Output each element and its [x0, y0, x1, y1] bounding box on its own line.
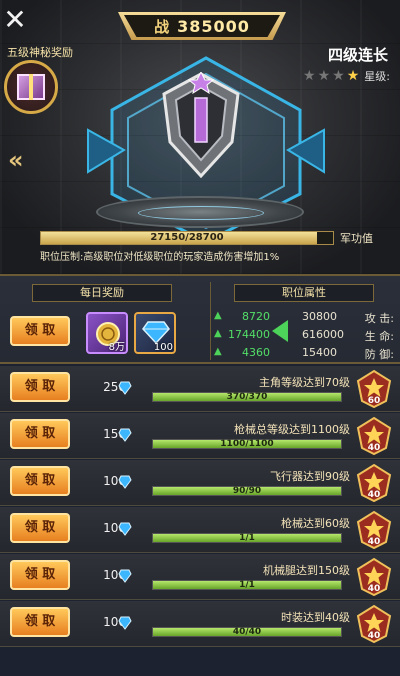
daily-reward-title: 每日奖励 [32, 284, 172, 302]
task-claim-button[interactable]: 领 取 [10, 560, 70, 590]
arrow-up-icon: ▲ [214, 346, 222, 357]
diamond-icon [118, 569, 132, 583]
rank-screen: ✕ 战 385000 五级神秘奖励 « 四级连长 ★ ★ ★ ★ 星级: 271… [0, 0, 400, 676]
double-chevron-icon[interactable]: « [8, 146, 24, 174]
task-progress-bar: 40/40 [152, 627, 342, 637]
task-progress-text: 90/90 [232, 486, 262, 496]
medal-level: 40 [367, 490, 381, 500]
score-banner: 战 385000 [118, 12, 286, 40]
power-icon: 战 [154, 17, 170, 36]
task-list: 领 取 250 主角等级达到70级 370/370 60 领 取 150 枪械总… [0, 366, 400, 676]
task-progress-text: 1/1 [239, 533, 255, 543]
gift-box-icon [17, 74, 45, 100]
task-progress-text: 370/370 [226, 392, 268, 402]
daily-claim-button[interactable]: 领 取 [10, 316, 70, 346]
rank-notice: 职位压制:高级职位对低级职位的玩家造成伤害增加1% [40, 252, 280, 263]
task-claim-button[interactable]: 领 取 [10, 513, 70, 543]
task-progress-bar: 1/1 [152, 533, 342, 543]
task-title: 枪械达到60级 [281, 517, 350, 530]
task-row: 领 取 100 时装达到40级 40/40 40 [0, 601, 400, 647]
task-progress-bar: 90/90 [152, 486, 342, 496]
merit-progress-bar: 27150/28700 [40, 231, 334, 245]
bonus-reward-button[interactable] [4, 60, 58, 114]
diamond-icon [118, 475, 132, 489]
display-platform [96, 196, 304, 228]
attribute-bonus: 8720 [242, 310, 270, 323]
rank-emblem-icon [162, 72, 240, 178]
task-title: 机械腿达到150级 [263, 564, 350, 577]
arrow-up-icon: ▲ [214, 310, 222, 321]
bonus-title: 五级神秘奖励 [7, 46, 73, 59]
task-progress-text: 1/1 [239, 580, 255, 590]
attribute-bonus: 4360 [242, 346, 270, 359]
task-row: 领 取 100 枪械达到60级 1/1 40 [0, 507, 400, 553]
attribute-name: 防 御: [364, 348, 394, 361]
task-progress-bar: 370/370 [152, 392, 342, 402]
task-claim-button[interactable]: 领 取 [10, 419, 70, 449]
arrow-up-icon: ▲ [214, 328, 222, 339]
medal-level: 40 [367, 631, 381, 641]
attribute-bonus: 174400 [228, 328, 270, 341]
rank-scene: ✕ 战 385000 五级神秘奖励 « 四级连长 ★ ★ ★ ★ 星级: 271… [0, 0, 400, 274]
attribute-base: 30800 [302, 310, 337, 323]
diamond-icon [142, 321, 170, 344]
attribute-row: ▲ 8720 30800 攻 击: [212, 310, 398, 328]
reward-gold[interactable]: 8万 [86, 312, 128, 354]
task-progress-text: 40/40 [232, 627, 262, 637]
star-label: 星级: [364, 70, 390, 83]
task-claim-button[interactable]: 领 取 [10, 466, 70, 496]
medal-level: 40 [367, 584, 381, 594]
merit-progress-text: 27150/28700 [150, 232, 224, 243]
attribute-name: 攻 击: [364, 312, 394, 325]
merit-label: 军功值 [340, 232, 373, 245]
arrow-left-icon [272, 320, 288, 342]
diamond-icon [118, 616, 132, 630]
task-title: 枪械总等级达到1100级 [234, 423, 350, 436]
task-progress-bar: 1/1 [152, 580, 342, 590]
task-progress-text: 1100/1100 [220, 439, 274, 449]
task-row: 领 取 100 机械腿达到150级 1/1 40 [0, 554, 400, 600]
score-value: 385000 [177, 16, 250, 36]
medal-level: 60 [367, 396, 381, 406]
task-progress-bar: 1100/1100 [152, 439, 342, 449]
diamond-icon [118, 428, 132, 442]
diamond-icon [118, 381, 132, 395]
attribute-name: 生 命: [364, 330, 394, 343]
task-row: 领 取 100 飞行器达到90级 90/90 40 [0, 460, 400, 506]
close-icon[interactable]: ✕ [2, 6, 28, 34]
reward-qty: 8万 [108, 342, 125, 353]
task-title: 飞行器达到90级 [270, 470, 350, 483]
star-icon: ★ [346, 68, 360, 84]
reward-qty: 100 [153, 342, 173, 353]
task-title: 时装达到40级 [281, 611, 350, 624]
medal-level: 40 [367, 443, 381, 453]
medal-level: 40 [367, 537, 381, 547]
attribute-base: 15400 [302, 346, 337, 359]
attribute-row: ▲ 174400 616000 生 命: [212, 328, 398, 346]
task-row: 领 取 250 主角等级达到70级 370/370 60 [0, 366, 400, 412]
rank-attributes-title: 职位属性 [234, 284, 374, 302]
diamond-icon [118, 522, 132, 536]
star-icon: ★ [332, 68, 345, 84]
task-claim-button[interactable]: 领 取 [10, 607, 70, 637]
task-claim-button[interactable]: 领 取 [10, 372, 70, 402]
reward-diamond[interactable]: 100 [134, 312, 176, 354]
attribute-row: ▲ 4360 15400 防 御: [212, 346, 398, 364]
task-title: 主角等级达到70级 [259, 376, 350, 389]
attribute-base: 616000 [302, 328, 344, 341]
divider [210, 282, 211, 360]
info-panel: 每日奖励 职位属性 ▲ 8720 30800 攻 击: ▲ 174400 616… [0, 274, 400, 364]
task-row: 领 取 150 枪械总等级达到1100级 1100/1100 40 [0, 413, 400, 459]
rank-name: 四级连长 [327, 46, 388, 64]
